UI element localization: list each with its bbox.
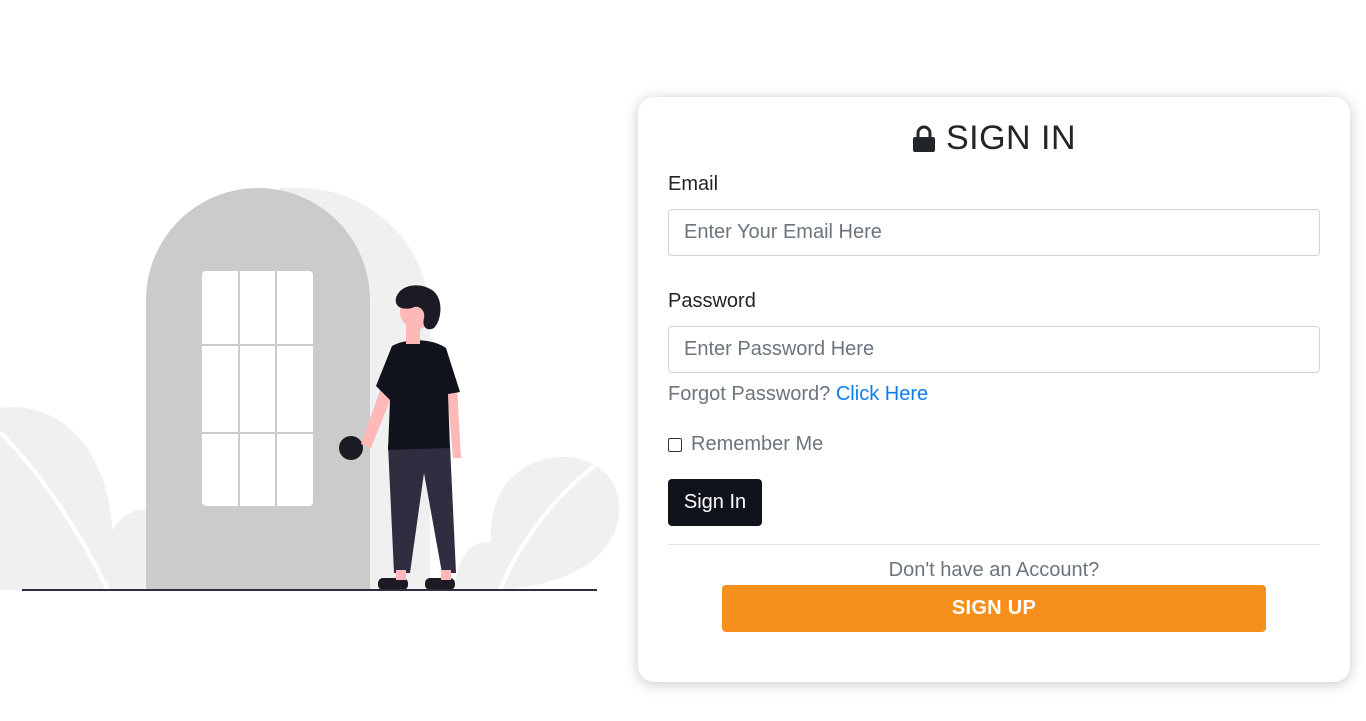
password-field[interactable]	[668, 326, 1320, 373]
remember-me-label[interactable]: Remember Me	[691, 433, 823, 456]
sign-up-button[interactable]: SIGN UP	[722, 585, 1266, 632]
signin-title: SIGN IN	[638, 119, 1350, 158]
door-knob	[339, 436, 363, 460]
right-leaf-small	[455, 542, 500, 590]
email-field[interactable]	[668, 209, 1320, 256]
email-label: Email	[668, 173, 719, 195]
forgot-password-row: Forgot Password? Click Here	[668, 383, 928, 406]
login-illustration	[0, 188, 620, 591]
password-label: Password	[668, 290, 756, 312]
lock-icon	[912, 125, 935, 152]
signin-card: SIGN IN Email Password Forgot Password? …	[638, 97, 1350, 682]
divider	[668, 544, 1320, 545]
forgot-password-link[interactable]: Click Here	[836, 383, 928, 405]
door-window	[202, 271, 313, 506]
remember-me-checkbox[interactable]	[668, 437, 682, 452]
forgot-password-text: Forgot Password?	[668, 383, 831, 405]
no-account-text: Don't have an Account?	[888, 559, 1100, 581]
page-title: SIGN IN	[945, 119, 1077, 157]
sign-in-button[interactable]: Sign In	[668, 479, 762, 526]
remember-me-row: Remember Me	[668, 433, 823, 456]
